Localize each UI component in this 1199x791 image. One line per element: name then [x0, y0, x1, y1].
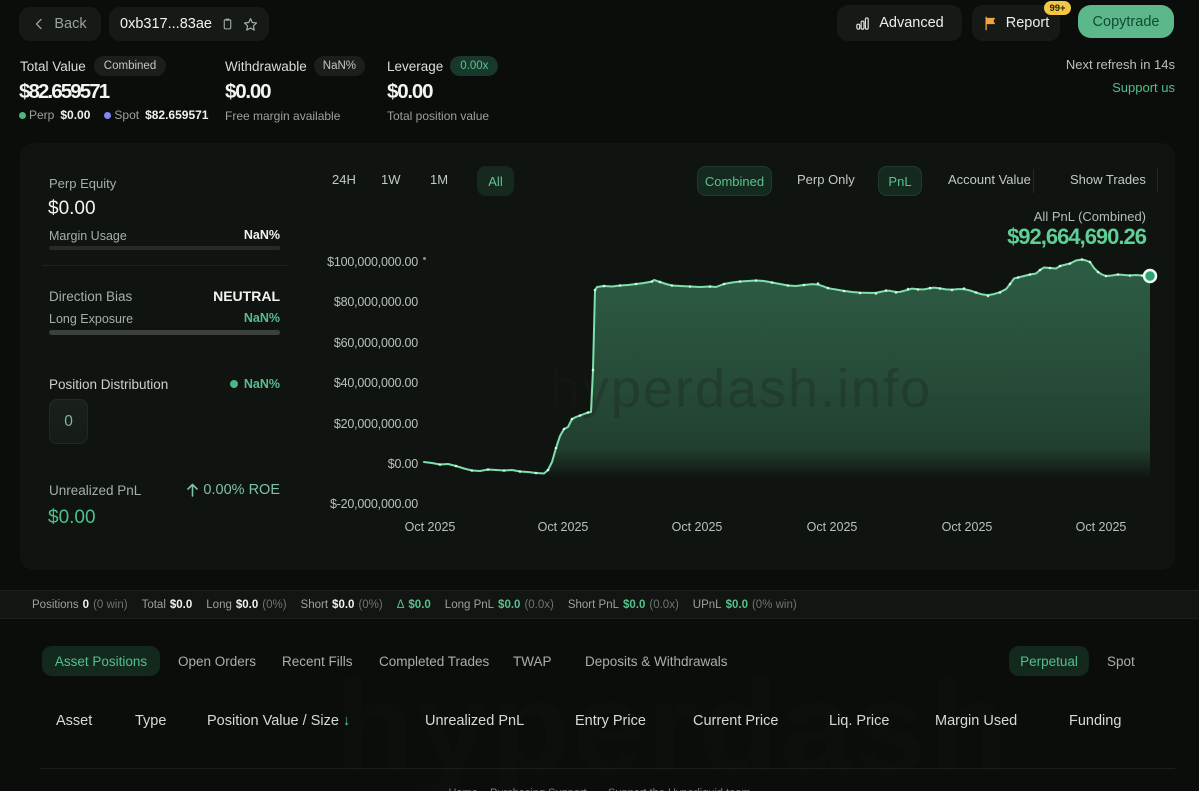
- svg-text:hyperdash.info: hyperdash.info: [550, 359, 932, 419]
